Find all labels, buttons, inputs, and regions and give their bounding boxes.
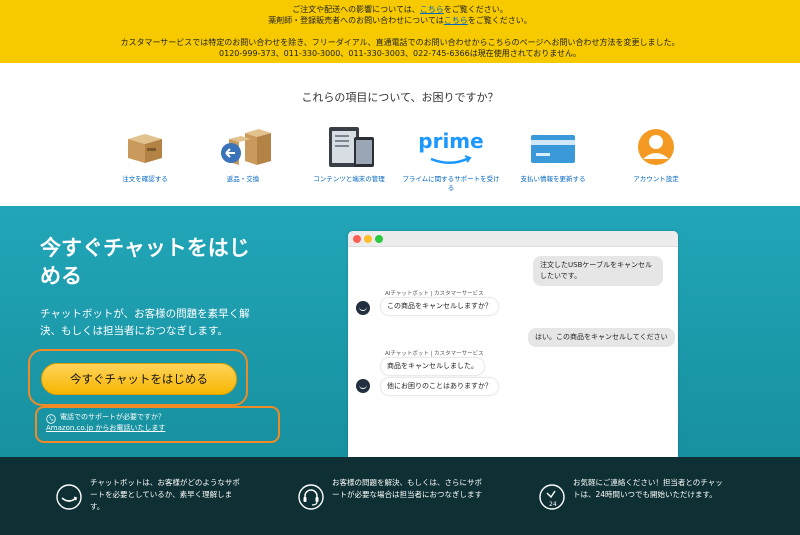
feature-item: チャットボットは、お客様がどのようなサポートを必要としているか、素早く理解します… bbox=[55, 477, 245, 517]
window-titlebar bbox=[348, 231, 678, 247]
notice-line-4: 0120-999-373、011-330-3000、011-330-3003、0… bbox=[219, 49, 581, 58]
bot-avatar-icon bbox=[356, 301, 370, 315]
bot-message: 商品をキャンセルしました。 bbox=[381, 358, 484, 375]
phone-support-text: 電話でのサポートが必要ですか？ bbox=[60, 413, 165, 421]
user-message: 注文したUSBケーブルをキャンセルしたいです。 bbox=[533, 256, 663, 286]
order-impact-link[interactable]: こちら bbox=[420, 5, 444, 14]
feature-item: 24 お気軽にご連絡ください！担当者とのチャットは、24時間いつでも開始いただけ… bbox=[538, 477, 728, 517]
categories-title: これらの項目について、お困りですか？ bbox=[301, 91, 499, 104]
user-message: はい。この商品をキャンセルしてください bbox=[528, 328, 675, 347]
minimize-dot-icon bbox=[364, 235, 372, 243]
hero-description: チャットボットが、お客様の問題を素早く解決、もしくは担当者におつなぎします。 bbox=[40, 308, 250, 337]
bot-label: AIチャットボット | カスタマーサービス bbox=[385, 351, 484, 357]
maximize-dot-icon bbox=[375, 235, 383, 243]
return-box-icon bbox=[193, 125, 293, 169]
clock-24-icon: 24 bbox=[539, 484, 565, 510]
notice-banner: ご注文や配送への影響については、こちらをご覧ください。 薬剤師・登録販売者へのお… bbox=[0, 0, 800, 63]
feature-item: お客様の問題を解決、もしくは、さらにサポートが必要な場合は担当者におつなぎします bbox=[297, 477, 487, 517]
svg-text:24: 24 bbox=[549, 501, 557, 508]
category-returns[interactable]: 返品・交換 bbox=[193, 125, 293, 184]
pharmacist-link[interactable]: こちら bbox=[444, 16, 468, 25]
devices-icon bbox=[299, 125, 399, 169]
category-devices[interactable]: コンテンツと端末の管理 bbox=[299, 125, 399, 184]
category-prime[interactable]: prime プライムに関するサポートを受ける bbox=[401, 125, 501, 193]
chat-hero: 今すぐチャットをはじめる チャットボットが、お客様の問題を素早く解決、もしくは担… bbox=[0, 206, 800, 457]
notice-line-2: 薬剤師・登録販売者へのお問い合わせについてはこちらをご覧ください。 bbox=[268, 16, 532, 25]
hero-title: 今すぐチャットをはじめる bbox=[40, 236, 250, 288]
bot-message: 他にお困りのことはありますか？ bbox=[381, 378, 498, 395]
phone-callback-link[interactable]: Amazon.co.jp からお電話いたします bbox=[46, 423, 276, 434]
smile-icon bbox=[56, 484, 82, 510]
category-payment[interactable]: 支払い情報を更新する bbox=[503, 125, 603, 184]
bot-message: この商品をキャンセルしますか？ bbox=[381, 298, 498, 315]
headset-icon bbox=[298, 484, 324, 510]
bot-label: AIチャットボット | カスタマーサービス bbox=[385, 291, 484, 297]
category-check-order[interactable]: 注文を確認する bbox=[95, 125, 195, 184]
features-band: チャットボットは、お客様がどのようなサポートを必要としているか、素早く理解します… bbox=[0, 457, 800, 535]
help-categories: これらの項目について、お困りですか？ 注文を確認する 返品・交換 コンテンツと端… bbox=[0, 63, 800, 206]
package-icon bbox=[95, 125, 195, 169]
prime-logo-icon: prime bbox=[401, 125, 501, 169]
category-account[interactable]: アカウント設定 bbox=[606, 125, 706, 184]
start-chat-button[interactable]: 今すぐチャットをはじめる bbox=[41, 363, 237, 395]
bot-avatar-icon bbox=[356, 379, 370, 393]
account-icon bbox=[606, 125, 706, 169]
chat-preview-window: 注文したUSBケーブルをキャンセルしたいです。 AIチャットボット | カスタマ… bbox=[348, 231, 678, 457]
credit-card-icon bbox=[503, 125, 603, 169]
close-dot-icon bbox=[353, 235, 361, 243]
